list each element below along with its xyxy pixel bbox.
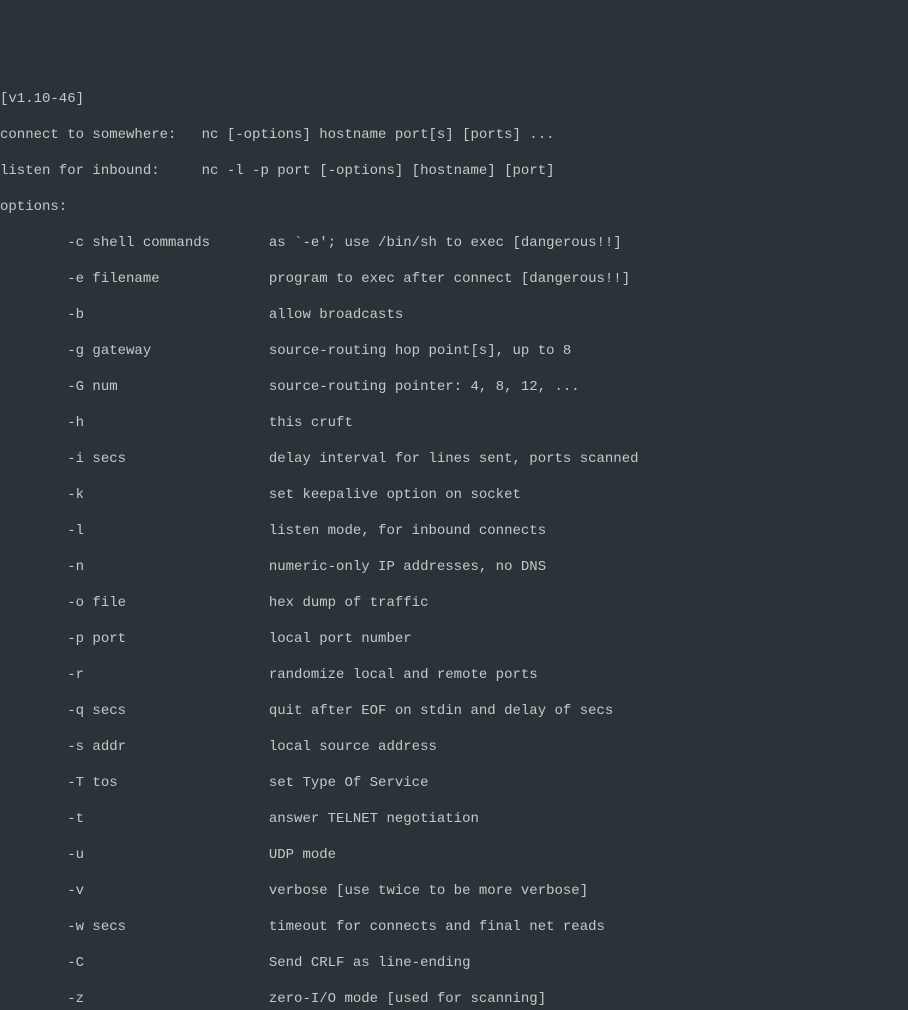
listen-usage-line: listen for inbound: nc -l -p port [-opti… bbox=[0, 162, 908, 180]
option-line: -r randomize local and remote ports bbox=[0, 666, 908, 684]
connect-usage-line: connect to somewhere: nc [-options] host… bbox=[0, 126, 908, 144]
option-line: -q secs quit after EOF on stdin and dela… bbox=[0, 702, 908, 720]
option-line: -T tos set Type Of Service bbox=[0, 774, 908, 792]
option-line: -l listen mode, for inbound connects bbox=[0, 522, 908, 540]
option-line: -k set keepalive option on socket bbox=[0, 486, 908, 504]
option-line: -u UDP mode bbox=[0, 846, 908, 864]
option-line: -c shell commands as `-e'; use /bin/sh t… bbox=[0, 234, 908, 252]
option-line: -z zero-I/O mode [used for scanning] bbox=[0, 990, 908, 1008]
version-line: [v1.10-46] bbox=[0, 90, 908, 108]
option-line: -g gateway source-routing hop point[s], … bbox=[0, 342, 908, 360]
option-line: -n numeric-only IP addresses, no DNS bbox=[0, 558, 908, 576]
option-line: -p port local port number bbox=[0, 630, 908, 648]
option-line: -i secs delay interval for lines sent, p… bbox=[0, 450, 908, 468]
option-line: -C Send CRLF as line-ending bbox=[0, 954, 908, 972]
option-line: -h this cruft bbox=[0, 414, 908, 432]
terminal-output: [v1.10-46] connect to somewhere: nc [-op… bbox=[0, 72, 908, 1010]
option-line: -b allow broadcasts bbox=[0, 306, 908, 324]
option-line: -e filename program to exec after connec… bbox=[0, 270, 908, 288]
options-header-line: options: bbox=[0, 198, 908, 216]
option-line: -v verbose [use twice to be more verbose… bbox=[0, 882, 908, 900]
option-line: -w secs timeout for connects and final n… bbox=[0, 918, 908, 936]
option-line: -s addr local source address bbox=[0, 738, 908, 756]
option-line: -t answer TELNET negotiation bbox=[0, 810, 908, 828]
option-line: -G num source-routing pointer: 4, 8, 12,… bbox=[0, 378, 908, 396]
option-line: -o file hex dump of traffic bbox=[0, 594, 908, 612]
